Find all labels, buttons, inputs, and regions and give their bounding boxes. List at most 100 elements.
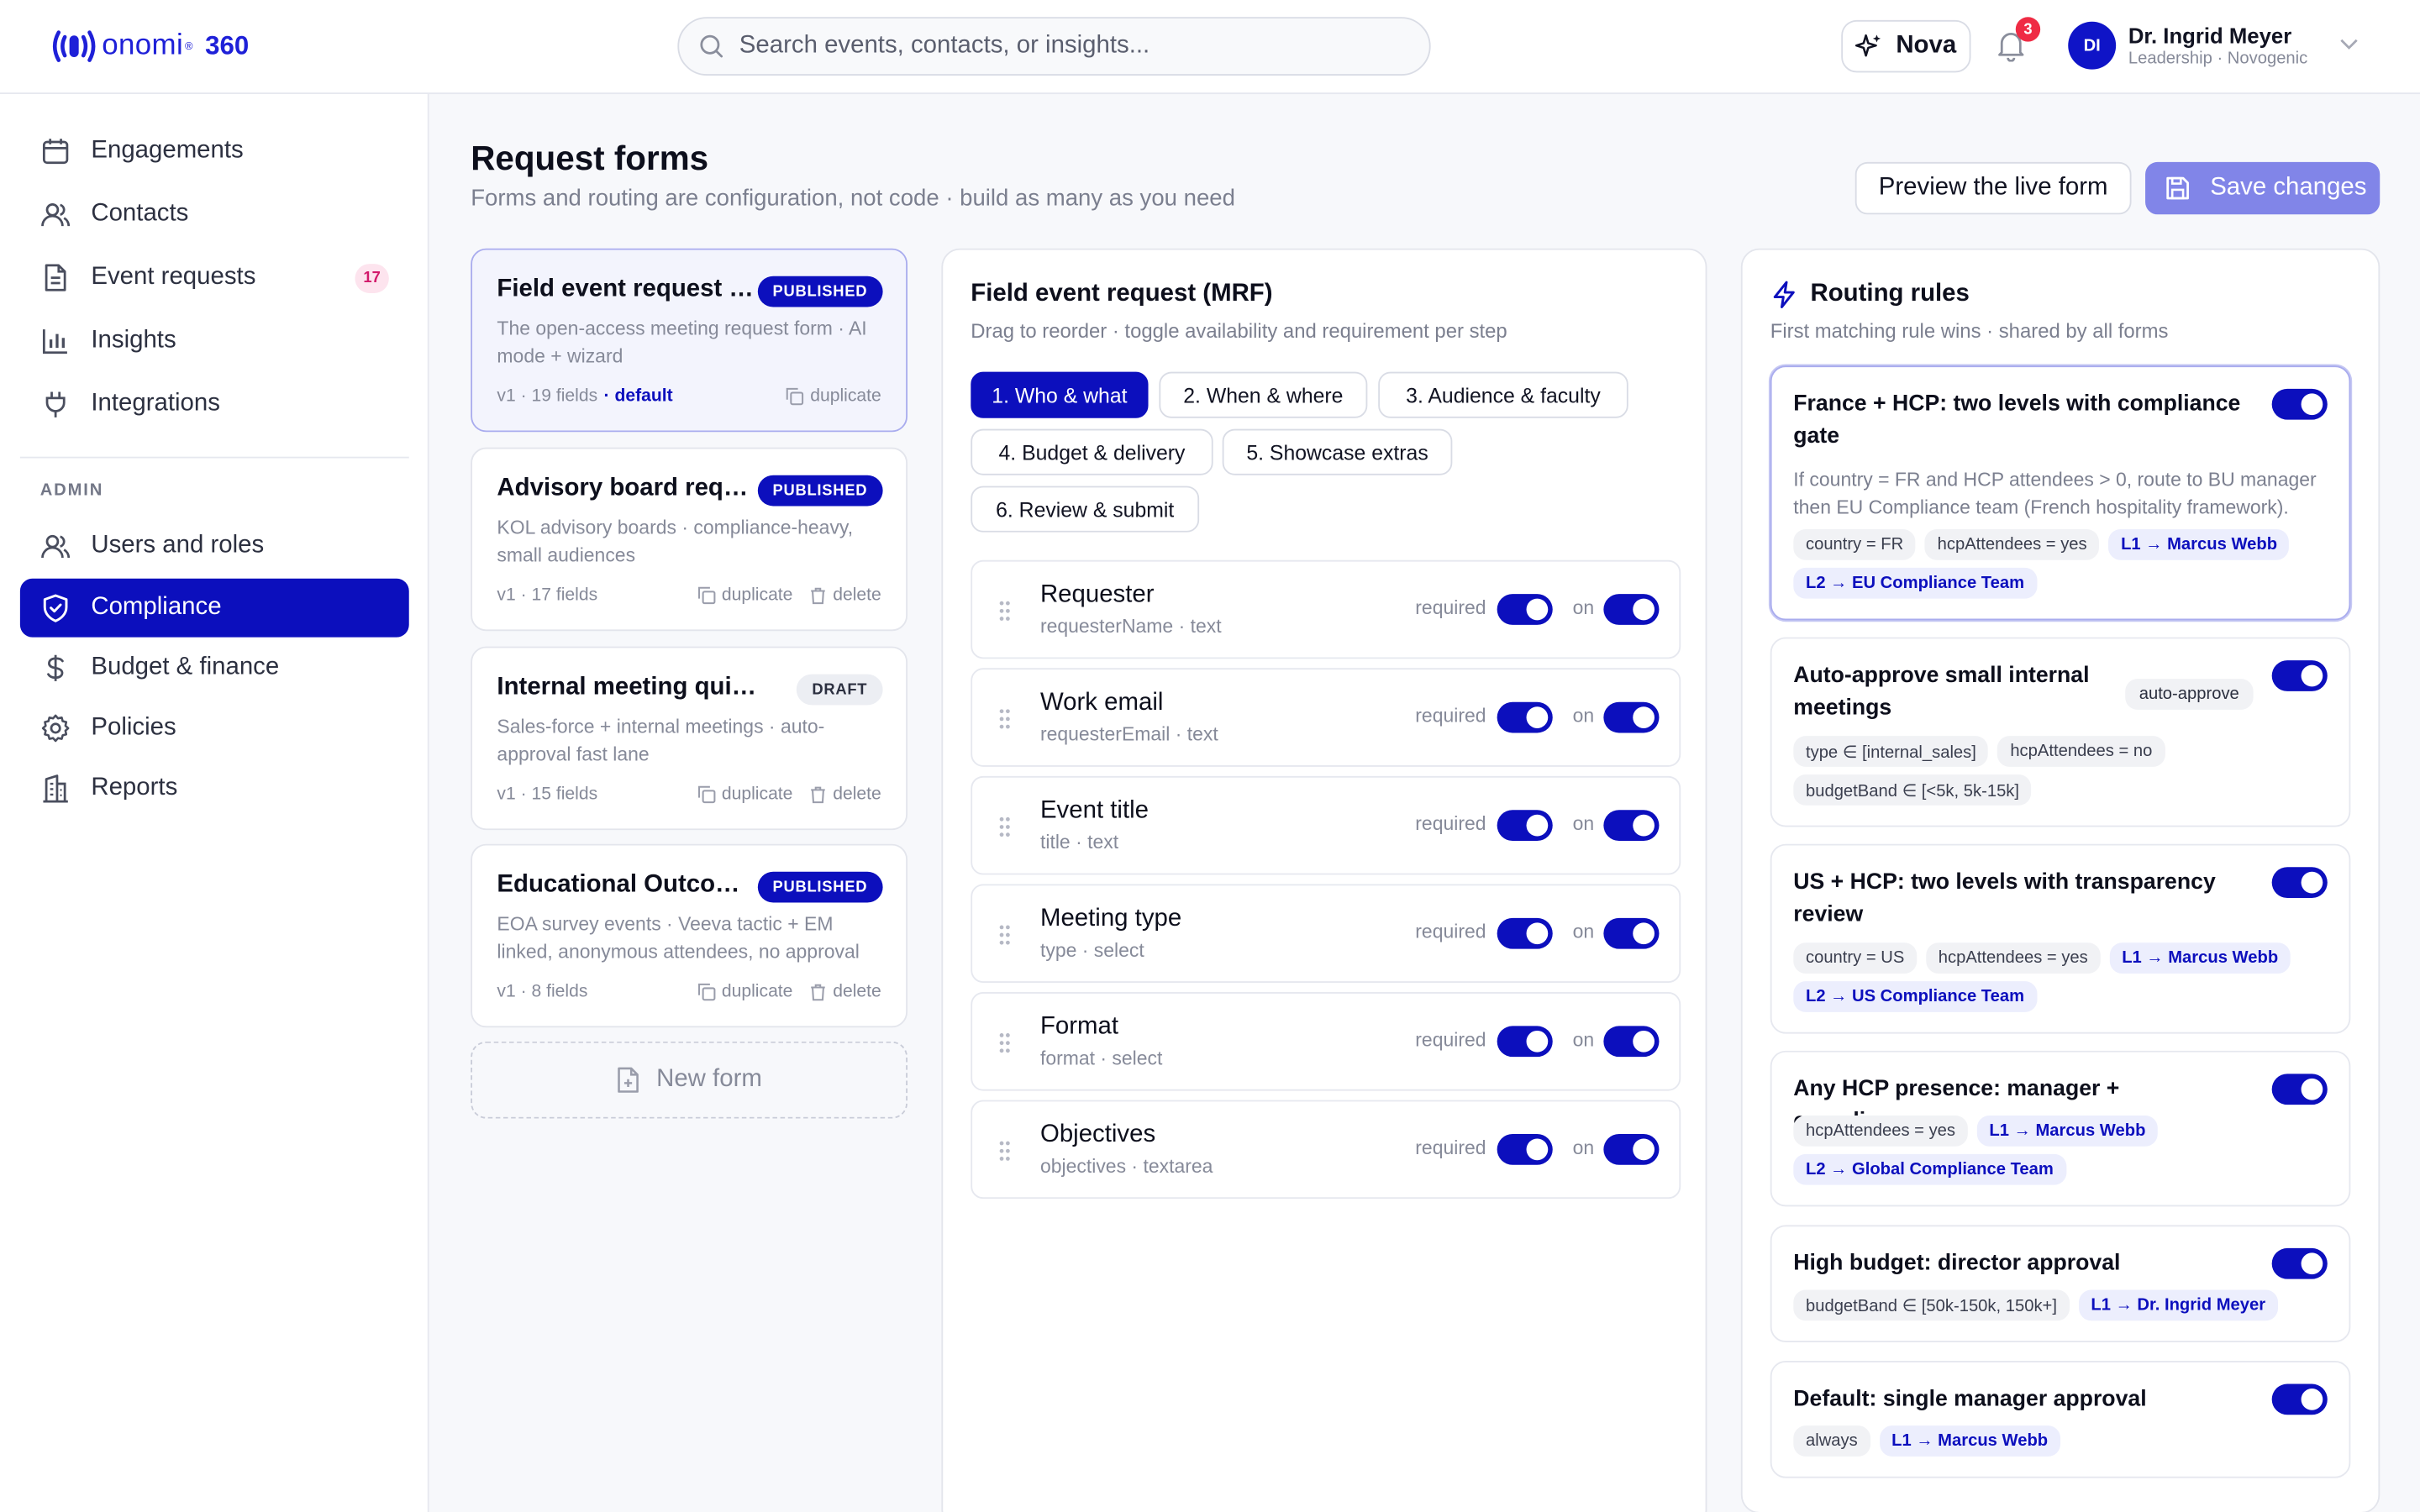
required-toggle[interactable] xyxy=(1497,1026,1553,1058)
rule-title: France + HCP: two levels with compliance… xyxy=(1793,391,2241,449)
routing-rule-auto-approve[interactable]: Auto-approve small internal meetings aut… xyxy=(1770,637,2351,827)
preview-live-form-button[interactable]: Preview the live form xyxy=(1854,161,2132,215)
drag-handle-icon[interactable] xyxy=(997,815,1013,839)
field-key: objectives · textarea xyxy=(1039,1155,1213,1178)
sidebar: Engagements Contacts Event requests 17 I… xyxy=(0,94,429,1512)
step-tab-who-what[interactable]: 1. Who & what xyxy=(971,371,1149,418)
lightning-icon xyxy=(1773,281,1795,308)
sidebar-item-users-and-roles[interactable]: Users and roles xyxy=(20,517,409,575)
new-form-label: New form xyxy=(656,1066,762,1093)
sidebar-item-compliance[interactable]: Compliance xyxy=(19,578,409,638)
on-label: on xyxy=(1572,705,1595,727)
routing-rule-us-hcp[interactable]: US + HCP: two levels with transparency r… xyxy=(1770,843,2351,1034)
sidebar-item-reports[interactable]: Reports xyxy=(20,759,409,818)
form-card-internal-meeting-quick-form[interactable]: Internal meeting quick form DRAFT Sales-… xyxy=(471,646,908,831)
rule-enabled-toggle[interactable] xyxy=(2271,388,2328,420)
form-card-field-event-request[interactable]: Field event request (MRF) PUBLISHED The … xyxy=(471,248,908,433)
step-tab-showcase-extras[interactable]: 5. Showcase extras xyxy=(1222,428,1453,475)
duplicate-button[interactable]: duplicate xyxy=(697,983,792,1001)
sidebar-item-label: Budget & finance xyxy=(91,654,280,681)
duplicate-button[interactable]: duplicate xyxy=(786,387,881,406)
route-chip: L2 → US Compliance Team xyxy=(1793,981,2037,1012)
condition-chip: country = FR xyxy=(1793,529,1916,560)
rule-enabled-toggle[interactable] xyxy=(2271,1074,2328,1105)
duplicate-button[interactable]: duplicate xyxy=(697,586,792,605)
new-form-button[interactable]: New form xyxy=(471,1041,908,1119)
rule-enabled-toggle[interactable] xyxy=(2271,867,2328,898)
required-toggle[interactable] xyxy=(1497,917,1553,949)
step-tab-budget-delivery[interactable]: 4. Budget & delivery xyxy=(971,428,1213,475)
required-toggle[interactable] xyxy=(1497,810,1553,842)
form-card-educational-outcomes[interactable]: Educational Outcomes Assessment PUBLISHE… xyxy=(471,843,908,1028)
sidebar-item-integrations[interactable]: Integrations xyxy=(20,375,409,433)
nova-assistant-button[interactable]: Nova xyxy=(1841,19,1971,73)
routing-rule-france-hcp[interactable]: France + HCP: two levels with compliance… xyxy=(1770,365,2351,621)
save-icon xyxy=(2166,176,2189,200)
user-name[interactable]: Dr. Ingrid Meyer xyxy=(2128,24,2291,48)
step-tab-review-submit[interactable]: 6. Review & submit xyxy=(971,486,1200,533)
drag-handle-icon[interactable] xyxy=(997,1031,1013,1055)
field-row-work-email[interactable]: Work email requesterEmail · text require… xyxy=(971,668,1681,767)
rule-enabled-toggle[interactable] xyxy=(2271,1383,2328,1415)
save-changes-button[interactable]: Save changes xyxy=(2145,161,2381,215)
nova-label: Nova xyxy=(1896,32,1957,59)
avatar[interactable]: DI xyxy=(2068,21,2117,70)
delete-button[interactable]: delete xyxy=(808,586,881,605)
routing-rule-default[interactable]: Default: single manager approval always … xyxy=(1770,1361,2351,1478)
field-row-meeting-type[interactable]: Meeting type type · select required on xyxy=(971,884,1681,984)
enabled-toggle[interactable] xyxy=(1603,701,1660,733)
field-row-format[interactable]: Format format · select required on xyxy=(971,992,1681,1091)
on-label: on xyxy=(1572,1137,1595,1159)
field-row-event-title[interactable]: Event title title · text required on xyxy=(971,775,1681,875)
form-card-title: Internal meeting quick form xyxy=(497,674,760,701)
copy-icon xyxy=(697,785,715,804)
routing-rule-any-hcp[interactable]: Any HCP presence: manager + compliance h… xyxy=(1770,1050,2351,1207)
copy-icon xyxy=(697,983,715,1001)
sidebar-item-engagements[interactable]: Engagements xyxy=(20,122,409,181)
enabled-toggle[interactable] xyxy=(1603,1026,1660,1058)
page-subtitle: Forms and routing are configuration, not… xyxy=(471,185,1235,212)
duplicate-label: duplicate xyxy=(721,983,793,1002)
brand-logo[interactable]: onomi ® 360 xyxy=(50,26,249,66)
sidebar-item-contacts[interactable]: Contacts xyxy=(20,185,409,244)
sidebar-item-event-requests[interactable]: Event requests 17 xyxy=(20,249,409,307)
global-search[interactable] xyxy=(677,17,1431,76)
rule-title: Default: single manager approval xyxy=(1793,1387,2147,1412)
routing-rules-panel: Routing rules First matching rule wins ·… xyxy=(1740,248,2381,1512)
sparkle-icon xyxy=(1855,34,1881,57)
drag-handle-icon[interactable] xyxy=(997,922,1013,947)
routing-rule-high-budget[interactable]: High budget: director approval budgetBan… xyxy=(1770,1225,2351,1342)
required-toggle[interactable] xyxy=(1497,594,1553,625)
sidebar-item-insights[interactable]: Insights xyxy=(20,312,409,370)
delete-button[interactable]: delete xyxy=(808,785,881,804)
search-input[interactable] xyxy=(739,32,1388,60)
drag-handle-icon[interactable] xyxy=(997,599,1013,623)
enabled-toggle[interactable] xyxy=(1603,1134,1660,1165)
step-tab-when-where[interactable]: 2. When & where xyxy=(1159,371,1368,418)
enabled-toggle[interactable] xyxy=(1603,594,1660,625)
user-role: Leadership · Novogenic xyxy=(2128,49,2308,68)
rule-enabled-toggle[interactable] xyxy=(2271,660,2328,691)
required-toggle[interactable] xyxy=(1497,701,1553,733)
top-bar: onomi® 360 Nova 3 DI Dr. Ingrid Meyer Le… xyxy=(0,0,2420,95)
sidebar-item-policies[interactable]: Policies xyxy=(20,699,409,758)
required-toggle[interactable] xyxy=(1497,1134,1553,1165)
form-card-advisory-board-request[interactable]: Advisory board request PUBLISHED KOL adv… xyxy=(471,447,908,632)
step-tab-audience-faculty[interactable]: 3. Audience & faculty xyxy=(1378,371,1628,418)
on-label: on xyxy=(1572,596,1595,619)
trash-icon xyxy=(810,984,825,1001)
drag-handle-icon[interactable] xyxy=(997,1139,1013,1163)
trash-icon xyxy=(810,786,825,804)
rule-enabled-toggle[interactable] xyxy=(2271,1247,2328,1279)
field-row-objectives[interactable]: Objectives objectives · textarea require… xyxy=(971,1100,1681,1200)
enabled-toggle[interactable] xyxy=(1603,917,1660,949)
chevron-down-icon[interactable] xyxy=(2338,37,2360,52)
enabled-toggle[interactable] xyxy=(1603,810,1660,842)
field-row-requester[interactable]: Requester requesterName · text required … xyxy=(971,559,1681,659)
sidebar-divider xyxy=(19,456,409,459)
drag-handle-icon[interactable] xyxy=(997,706,1013,731)
delete-button[interactable]: delete xyxy=(808,983,881,1001)
form-card-version: v1 · 19 fields xyxy=(497,387,598,407)
sidebar-item-budget-finance[interactable]: Budget & finance xyxy=(20,638,409,697)
duplicate-button[interactable]: duplicate xyxy=(697,785,792,804)
